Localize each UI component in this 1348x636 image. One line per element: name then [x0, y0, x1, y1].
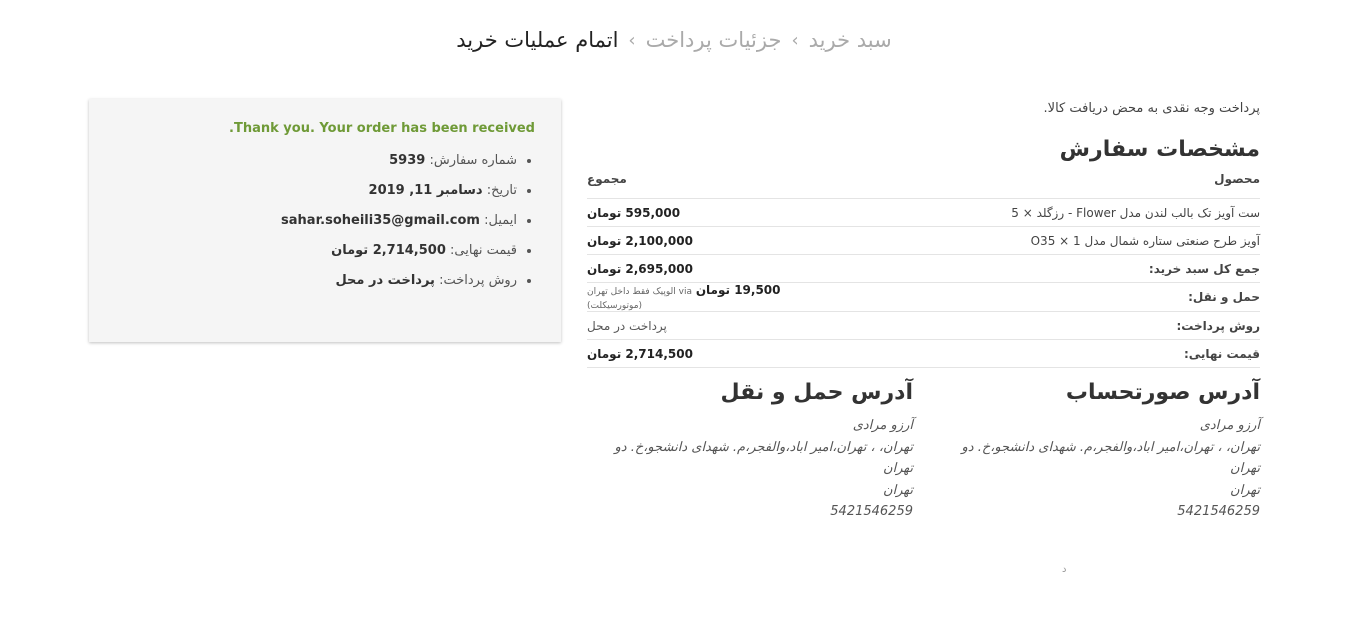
payment-method-label: روش پرداخت:: [827, 311, 1260, 340]
billing-city: تهران: [1230, 461, 1260, 476]
order-received-card: Thank you. Your order has been received.…: [89, 99, 561, 342]
product-total: 595,000 تومان: [587, 198, 827, 227]
final-total-value: 2,714,500 تومان: [587, 339, 827, 368]
shipping-phone: 5421546259: [830, 504, 913, 519]
payment-method-row: روش پرداخت: پرداخت در محل: [587, 311, 1260, 340]
breadcrumb-payment[interactable]: جزئیات پرداخت: [646, 28, 782, 52]
shipping-value-cell: 19,500 تومان via الوپیک فقط داخل تهران (…: [587, 282, 827, 312]
subtotal-row: جمع کل سبد خرید: 2,695,000 تومان: [587, 254, 1260, 283]
shipping-street: تهران، ، تهران،امیر اباد،والفجر،م. شهدای…: [614, 439, 914, 455]
shipping-state: تهران: [883, 482, 913, 498]
shipping-address-title: آدرس حمل و نقل: [720, 380, 913, 405]
subtotal-label: جمع کل سبد خرید:: [827, 254, 1260, 283]
billing-street: تهران، ، تهران،امیر اباد،والفجر،م. شهدای…: [961, 439, 1261, 455]
order-details-section: پرداخت وجه نقدی به محض دریافت کالا. مشخص…: [587, 99, 1260, 368]
order-payment-method-item: روش پرداخت: پرداخت در محل: [109, 270, 517, 300]
product-total: 2,100,000 تومان: [587, 226, 827, 255]
order-details-title: مشخصات سفارش: [1059, 137, 1260, 162]
subtotal-value: 2,695,000 تومان: [587, 254, 827, 283]
table-header-row: محصول مجموع: [587, 172, 1260, 199]
order-number-item: شماره سفارش: 5939: [109, 150, 517, 180]
breadcrumb-cart[interactable]: سبد خرید: [809, 28, 892, 52]
order-details-table: محصول مجموع ست آویز تک بالب لندن مدل Flo…: [587, 172, 1260, 368]
thank-you-message: Thank you. Your order has been received.: [229, 121, 535, 136]
order-overview-list: شماره سفارش: 5939 تاریخ: دسامبر 11, 2019…: [109, 150, 535, 300]
billing-state: تهران: [1230, 482, 1260, 498]
shipping-via: via الوپیک فقط داخل تهران (موتورسیکلت): [587, 287, 692, 311]
breadcrumb-separator: ›: [628, 29, 636, 51]
shipping-address: آدرس حمل و نقل آرزو مرادی تهران، ، تهران…: [587, 380, 914, 523]
breadcrumb: سبد خرید › جزئیات پرداخت › اتمام عملیات …: [0, 28, 1348, 52]
final-total-label: قیمت نهایی:: [827, 339, 1260, 368]
order-email-item: ایمیل: sahar.soheili35@gmail.com: [109, 210, 517, 240]
column-product: محصول: [827, 172, 1260, 199]
shipping-row: حمل و نقل: 19,500 تومان via الوپیک فقط د…: [587, 282, 1260, 312]
shipping-value: 19,500 تومان: [695, 283, 781, 297]
addresses-section: آدرس صورتحساب آرزو مرادی تهران، ، تهران،…: [587, 380, 1261, 523]
stray-character: د: [1062, 564, 1067, 575]
billing-phone: 5421546259: [1177, 504, 1260, 519]
cash-on-delivery-note: پرداخت وجه نقدی به محض دریافت کالا.: [1043, 101, 1260, 116]
billing-address: آدرس صورتحساب آرزو مرادی تهران، ، تهران،…: [934, 380, 1261, 523]
billing-address-title: آدرس صورتحساب: [1065, 380, 1260, 405]
order-date-item: تاریخ: دسامبر 11, 2019: [109, 180, 517, 210]
shipping-city: تهران: [883, 461, 913, 476]
table-row: ست آویز تک بالب لندن مدل Flower - رزگلد …: [587, 198, 1260, 227]
payment-method-value: پرداخت در محل: [587, 311, 827, 340]
breadcrumb-separator: ›: [791, 29, 799, 51]
shipping-name: آرزو مرادی: [852, 418, 913, 433]
product-name[interactable]: آویز طرح صنعتی ستاره شمال مدل 1 × O35: [827, 226, 1260, 255]
final-total-row: قیمت نهایی: 2,714,500 تومان: [587, 339, 1260, 368]
column-total: مجموع: [587, 172, 827, 199]
breadcrumb-complete: اتمام عملیات خرید: [456, 28, 619, 52]
billing-name: آرزو مرادی: [1199, 418, 1260, 433]
table-row: آویز طرح صنعتی ستاره شمال مدل 1 × O35 2,…: [587, 226, 1260, 255]
order-total-item: قیمت نهایی: 2,714,500 تومان: [109, 240, 517, 270]
product-name[interactable]: ست آویز تک بالب لندن مدل Flower - رزگلد …: [827, 198, 1260, 227]
shipping-label: حمل و نقل:: [827, 282, 1260, 312]
